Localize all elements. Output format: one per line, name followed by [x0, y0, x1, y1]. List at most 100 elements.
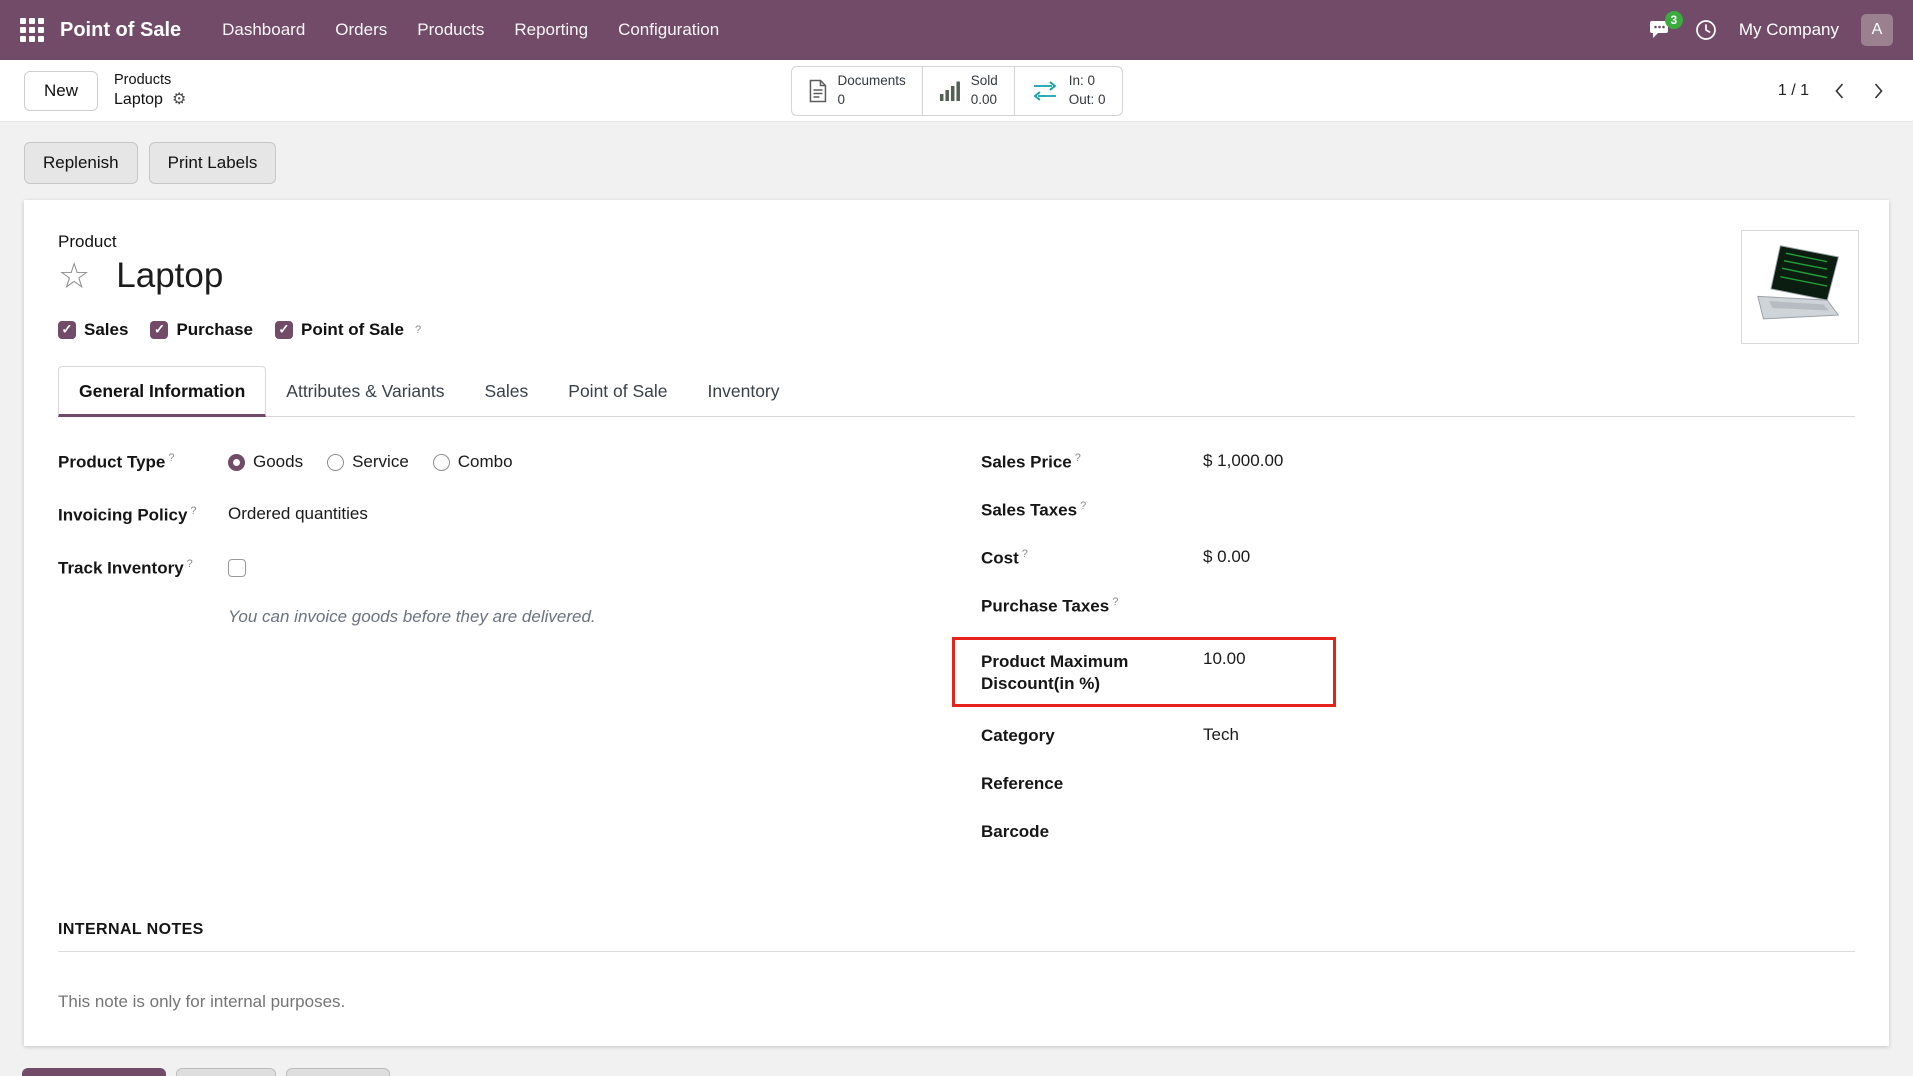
help-icon: ?	[187, 558, 193, 570]
sales-price-label: Sales Price?	[981, 452, 1203, 473]
nav-right: 3 My Company A	[1649, 14, 1893, 46]
form-right-column: Sales Price? $ 1,000.00 Sales Taxes? Cos…	[981, 445, 1855, 863]
top-navbar: Point of Sale Dashboard Orders Products …	[0, 0, 1913, 60]
sales-taxes-input[interactable]	[1203, 499, 1383, 521]
apps-grid-icon[interactable]	[20, 18, 44, 42]
barcode-input[interactable]	[1203, 821, 1383, 843]
product-type-radio-group: Goods Service Combo	[228, 452, 513, 472]
track-inventory-checkbox[interactable]	[228, 559, 246, 577]
product-type-label: Product Type?	[58, 452, 228, 473]
messages-button[interactable]: 3	[1649, 19, 1673, 41]
gear-icon[interactable]: ⚙	[172, 92, 186, 108]
goods-radio[interactable]	[228, 454, 245, 471]
help-icon: ?	[415, 324, 421, 336]
documents-value: 0	[837, 91, 905, 109]
reference-label: Reference	[981, 774, 1203, 794]
radio-combo[interactable]: Combo	[433, 452, 513, 472]
app-title[interactable]: Point of Sale	[60, 19, 181, 42]
documents-label: Documents	[837, 72, 905, 90]
category-input[interactable]: Tech	[1203, 725, 1383, 747]
tab-inventory[interactable]: Inventory	[688, 367, 800, 416]
radio-goods[interactable]: Goods	[228, 452, 303, 472]
tab-attributes-variants[interactable]: Attributes & Variants	[266, 367, 464, 416]
avatar[interactable]: A	[1861, 14, 1893, 46]
chevron-right-icon	[1873, 82, 1885, 100]
product-form-card: Product ☆ Laptop Sales Purchase Point of…	[24, 200, 1889, 1046]
nav-menu: Dashboard Orders Products Reporting Conf…	[207, 10, 734, 50]
breadcrumb-parent[interactable]: Products	[114, 71, 186, 89]
internal-notes-divider	[58, 951, 1855, 952]
activity-button[interactable]	[1695, 19, 1717, 41]
in-out-stat-button[interactable]: In: 0 Out: 0	[1014, 66, 1123, 116]
laptop-image	[1748, 242, 1852, 332]
sold-stat-button[interactable]: Sold 0.00	[922, 66, 1015, 116]
internal-notes-input[interactable]: This note is only for internal purposes.	[58, 992, 1855, 1012]
nav-item-reporting[interactable]: Reporting	[499, 10, 603, 50]
nav-item-dashboard[interactable]: Dashboard	[207, 10, 320, 50]
pager-previous-button[interactable]	[1829, 78, 1849, 104]
purchase-taxes-input[interactable]	[1203, 595, 1383, 617]
help-icon: ?	[190, 505, 196, 517]
bottom-secondary-button-1[interactable]	[176, 1068, 276, 1076]
company-switcher[interactable]: My Company	[1739, 20, 1839, 40]
sale-toggles: Sales Purchase Point of Sale ?	[58, 320, 1855, 340]
max-discount-input[interactable]: 10.00	[1203, 649, 1383, 671]
cost-label: Cost?	[981, 548, 1203, 569]
sold-value: 0.00	[971, 91, 998, 109]
help-icon: ?	[1075, 452, 1081, 464]
track-inventory-label: Track Inventory?	[58, 558, 228, 579]
purchase-toggle[interactable]: Purchase	[150, 320, 253, 340]
print-labels-button[interactable]: Print Labels	[149, 142, 277, 184]
nav-item-orders[interactable]: Orders	[320, 10, 402, 50]
favorite-star-icon[interactable]: ☆	[58, 258, 90, 294]
help-icon: ?	[1112, 596, 1118, 608]
point-of-sale-checkbox[interactable]	[275, 321, 293, 339]
breadcrumb-current: Laptop	[114, 90, 163, 110]
notebook-tabs: General Information Attributes & Variant…	[58, 366, 1855, 417]
messages-badge: 3	[1665, 11, 1683, 29]
product-image[interactable]	[1741, 230, 1859, 344]
nav-item-products[interactable]: Products	[402, 10, 499, 50]
pager-next-button[interactable]	[1869, 78, 1889, 104]
invoicing-policy-input[interactable]: Ordered quantities	[228, 504, 408, 526]
control-bar: New Products Laptop ⚙ Documents 0	[0, 60, 1913, 122]
cost-input[interactable]: $ 0.00	[1203, 547, 1383, 569]
barcode-label: Barcode	[981, 822, 1203, 842]
point-of-sale-toggle[interactable]: Point of Sale ?	[275, 320, 421, 340]
help-icon: ?	[1022, 548, 1028, 560]
product-name[interactable]: Laptop	[116, 256, 223, 296]
tab-point-of-sale[interactable]: Point of Sale	[548, 367, 687, 416]
sales-toggle[interactable]: Sales	[58, 320, 128, 340]
statusbar-actions: Replenish Print Labels	[0, 122, 1913, 200]
sales-price-input[interactable]: $ 1,000.00	[1203, 451, 1383, 473]
new-button[interactable]: New	[24, 71, 98, 111]
sales-checkbox[interactable]	[58, 321, 76, 339]
documents-stat-button[interactable]: Documents 0	[790, 66, 922, 116]
pager: 1 / 1	[1778, 78, 1889, 104]
nav-item-configuration[interactable]: Configuration	[603, 10, 734, 50]
radio-service[interactable]: Service	[327, 452, 409, 472]
help-icon: ?	[168, 452, 174, 464]
bottom-button-row	[22, 1068, 390, 1076]
form-left-column: Product Type? Goods Service Combo	[58, 445, 981, 863]
highlight-red-box: Product Maximum Discount(in %) 10.00	[952, 637, 1336, 707]
service-radio[interactable]	[327, 454, 344, 471]
replenish-button[interactable]: Replenish	[24, 142, 138, 184]
combo-radio[interactable]	[433, 454, 450, 471]
product-kind-label: Product	[58, 232, 1855, 252]
reference-input[interactable]	[1203, 773, 1383, 795]
tab-sales[interactable]: Sales	[465, 367, 549, 416]
invoicing-note: You can invoice goods before they are de…	[228, 607, 981, 627]
invoicing-policy-label: Invoicing Policy?	[58, 505, 228, 526]
stat-buttons: Documents 0 Sold 0.00 In: 0 Ou	[790, 66, 1122, 116]
bottom-secondary-button-2[interactable]	[286, 1068, 390, 1076]
out-value: Out: 0	[1069, 91, 1106, 109]
category-label: Category	[981, 726, 1203, 746]
max-discount-label: Product Maximum Discount(in %)	[981, 649, 1203, 695]
purchase-checkbox[interactable]	[150, 321, 168, 339]
transfer-arrows-icon	[1031, 81, 1059, 101]
tab-general-information[interactable]: General Information	[58, 366, 266, 417]
internal-notes-title: INTERNAL NOTES	[58, 921, 1855, 939]
in-value: In: 0	[1069, 72, 1106, 90]
bottom-primary-button[interactable]	[22, 1068, 166, 1076]
